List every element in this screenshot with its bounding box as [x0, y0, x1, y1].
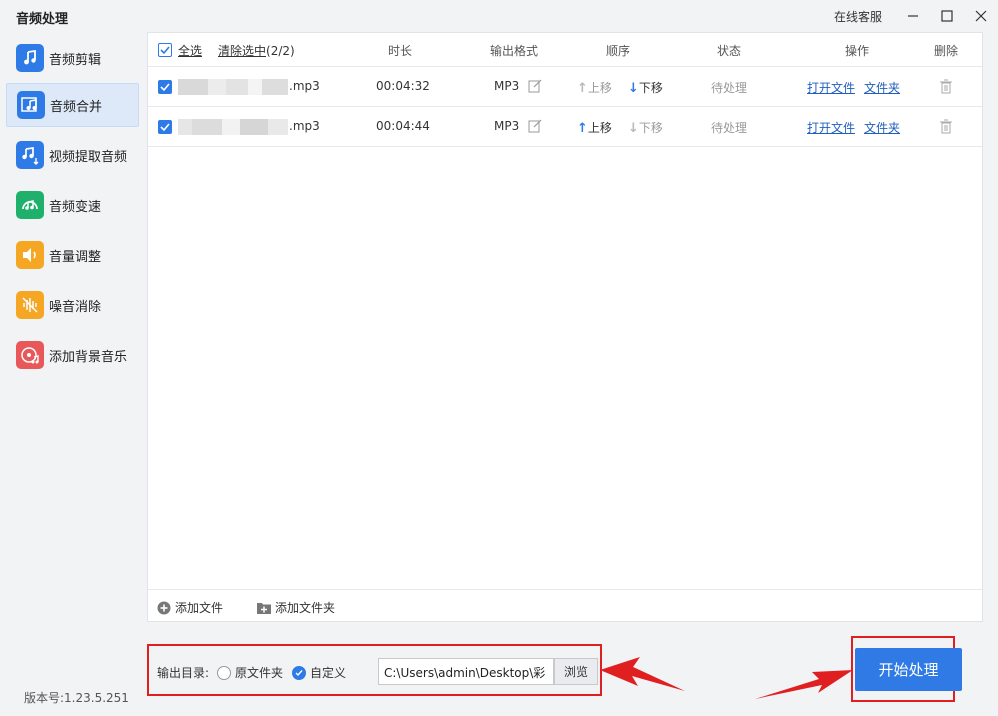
video-extract-audio-icon: [16, 141, 44, 169]
file-status: 待处理: [711, 81, 748, 95]
table-row: .mp3 00:04:44 MP3 ↑上移 ↓下移 待处理 打开文件 文件夹: [148, 107, 982, 147]
audio-merge-icon: [17, 91, 45, 119]
noise-reduce-icon: [16, 291, 44, 319]
move-down-button[interactable]: ↓下移: [628, 119, 663, 136]
check-icon: [160, 46, 170, 55]
selected-count: (2/2): [266, 44, 295, 58]
output-directory-section: 输出目录: 原文件夹 自定义 C:\Users\admin\Desktop\彩 …: [147, 644, 602, 696]
row-checkbox[interactable]: [158, 120, 172, 134]
clear-selected-group: 清除选中(2/2): [218, 42, 295, 59]
minimize-icon: [908, 15, 918, 17]
sidebar-item-label: 添加背景音乐: [49, 349, 128, 365]
sidebar-item-audio-cut[interactable]: 音频剪辑: [6, 36, 139, 80]
column-header-action: 操作: [845, 44, 870, 58]
file-duration: 00:04:44: [376, 119, 430, 133]
maximize-icon: [941, 10, 953, 22]
table-row: .mp3 00:04:32 MP3 ↑上移 ↓下移 待处理 打开文件 文件夹: [148, 67, 982, 107]
sidebar: 音频剪辑 音频合并 视频提取音频 音频变速 音量调整 噪音消除 添加背景音乐: [0, 32, 146, 672]
trash-icon[interactable]: [939, 119, 953, 134]
volume-icon: [16, 241, 44, 269]
browse-button[interactable]: 浏览: [554, 658, 598, 685]
minimize-button[interactable]: [896, 0, 930, 32]
start-processing-button[interactable]: 开始处理: [855, 648, 962, 691]
arrow-to-start-icon: [755, 670, 853, 699]
radio-original-folder[interactable]: 原文件夹: [217, 664, 283, 681]
column-header-delete: 删除: [934, 44, 959, 58]
arrow-down-icon: ↓: [628, 121, 639, 136]
file-table-panel: 全选 清除选中(2/2) 时长 输出格式 顺序 状态 操作 删除 .mp3 00…: [147, 32, 983, 622]
arrow-up-icon: ↑: [577, 81, 588, 96]
file-status: 待处理: [711, 121, 748, 135]
edit-icon[interactable]: [528, 119, 542, 133]
arrow-to-output-icon: [600, 657, 685, 691]
open-folder-link[interactable]: 文件夹: [864, 119, 900, 136]
window-controls: 在线客服: [834, 0, 998, 32]
audio-speed-icon: [16, 191, 44, 219]
close-icon: [975, 10, 987, 22]
open-file-link[interactable]: 打开文件: [807, 119, 855, 136]
select-all-checkbox[interactable]: [158, 43, 172, 57]
sidebar-item-label: 音频变速: [49, 199, 102, 215]
open-folder-link[interactable]: 文件夹: [864, 79, 900, 96]
add-circle-icon: [157, 601, 171, 614]
sidebar-item-video-extract-audio[interactable]: 视频提取音频: [6, 133, 139, 177]
add-files-bar: 添加文件 添加文件夹: [148, 589, 982, 621]
close-button[interactable]: [964, 0, 998, 32]
column-header-duration: 时长: [388, 44, 413, 58]
move-down-button[interactable]: ↓下移: [628, 79, 663, 96]
check-icon: [295, 669, 303, 676]
sidebar-item-label: 噪音消除: [49, 299, 102, 315]
radio-circle: [217, 665, 231, 680]
open-file-link[interactable]: 打开文件: [807, 79, 855, 96]
clear-selected-link[interactable]: 清除选中: [218, 44, 266, 58]
version-label: 版本号:1.23.5.251: [24, 691, 129, 705]
sidebar-item-background-music[interactable]: 添加背景音乐: [6, 333, 139, 377]
sidebar-item-noise-reduce[interactable]: 噪音消除: [6, 283, 139, 327]
add-file-button[interactable]: 添加文件: [157, 599, 223, 616]
arrow-up-icon: ↑: [577, 121, 588, 136]
trash-icon[interactable]: [939, 79, 953, 94]
sidebar-item-label: 视频提取音频: [49, 149, 128, 165]
row-checkbox[interactable]: [158, 80, 172, 94]
background-music-icon: [16, 341, 44, 369]
sidebar-item-label: 音频合并: [50, 99, 103, 115]
file-name: .mp3: [289, 119, 320, 133]
file-format: MP3: [494, 119, 520, 133]
move-up-button[interactable]: ↑上移: [577, 119, 612, 136]
title-bar: 音频处理 在线客服: [0, 0, 998, 32]
add-folder-icon: [257, 602, 271, 614]
radio-circle-checked: [292, 665, 306, 680]
select-all-link[interactable]: 全选: [178, 42, 202, 59]
file-name: .mp3: [289, 79, 320, 93]
sidebar-item-label: 音频剪辑: [49, 52, 102, 68]
output-path-input[interactable]: C:\Users\admin\Desktop\彩: [378, 658, 554, 685]
blurred-filename: [178, 79, 288, 95]
sidebar-item-audio-speed[interactable]: 音频变速: [6, 183, 139, 227]
blurred-filename: [178, 119, 288, 135]
move-up-button[interactable]: ↑上移: [577, 79, 612, 96]
table-header: 全选 清除选中(2/2) 时长 输出格式 顺序 状态 操作 删除: [148, 33, 982, 67]
check-icon: [160, 123, 170, 132]
file-format: MP3: [494, 79, 520, 93]
maximize-button[interactable]: [930, 0, 964, 32]
file-duration: 00:04:32: [376, 79, 430, 93]
output-directory-label: 输出目录:: [157, 666, 210, 680]
audio-cut-icon: [16, 44, 44, 72]
sidebar-item-audio-merge[interactable]: 音频合并: [6, 83, 139, 127]
column-header-order: 顺序: [606, 44, 631, 58]
radio-custom-folder[interactable]: 自定义: [292, 664, 346, 681]
column-header-status: 状态: [717, 44, 742, 58]
online-service-link[interactable]: 在线客服: [834, 8, 882, 25]
sidebar-item-label: 音量调整: [49, 249, 102, 265]
app-title: 音频处理: [16, 12, 69, 27]
column-header-format: 输出格式: [490, 44, 539, 58]
arrow-down-icon: ↓: [628, 81, 639, 96]
add-folder-button[interactable]: 添加文件夹: [257, 599, 335, 616]
sidebar-item-volume[interactable]: 音量调整: [6, 233, 139, 277]
edit-icon[interactable]: [528, 79, 542, 93]
check-icon: [160, 83, 170, 92]
